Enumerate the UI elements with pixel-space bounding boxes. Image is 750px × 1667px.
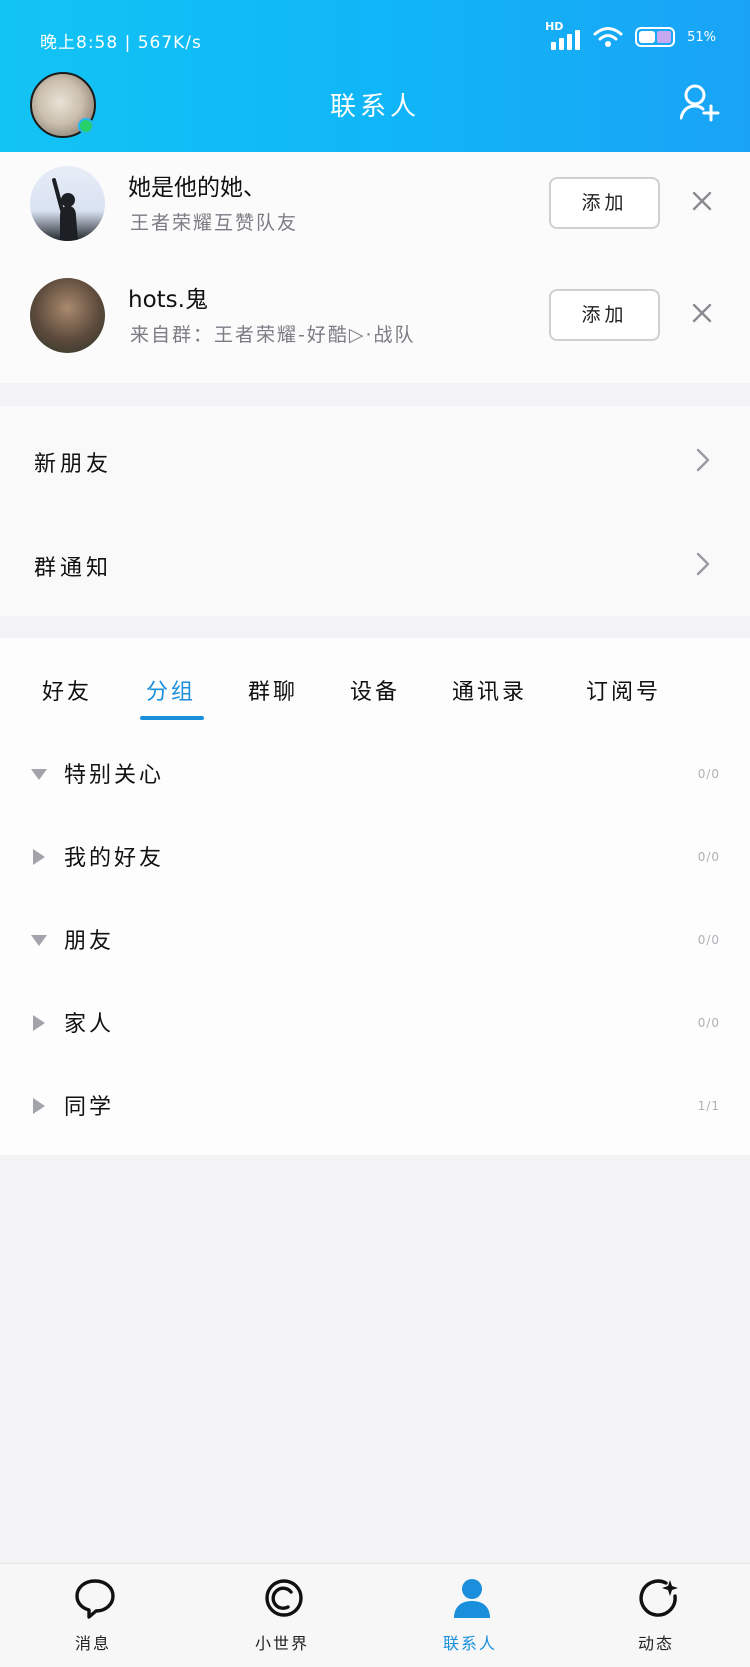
status-time-speed: 晚上8:58 | 567K/s [40, 33, 202, 53]
group-name: 家人 [64, 1012, 115, 1037]
contact-source: 来自群：王者荣耀-好酷▷·战队 [130, 324, 416, 346]
group-row[interactable]: 同学 1/1 [0, 1065, 750, 1148]
contact-name: 她是他的她、 [128, 175, 266, 201]
nav-label: 消息 [74, 1634, 111, 1653]
triangle-right-icon [33, 1015, 45, 1031]
chevron-right-icon [696, 552, 710, 576]
chevron-right-icon [696, 448, 710, 472]
add-button[interactable]: 添加 [549, 289, 660, 341]
contact-source: 王者荣耀互赞队友 [130, 212, 299, 234]
battery-icon [635, 27, 676, 47]
group-name: 特别关心 [64, 763, 165, 788]
tab-bar: 好友 分组 群聊 设备 通讯录 订阅号 [0, 638, 750, 728]
group-row[interactable]: 朋友 0/0 [0, 899, 750, 982]
wifi-icon [593, 27, 623, 47]
nav-messages[interactable]: 消息 [33, 1564, 153, 1667]
contact-avatar [30, 166, 105, 241]
group-count: 0/0 [697, 933, 720, 947]
tab-friends[interactable]: 好友 [42, 674, 92, 706]
tab-address-book[interactable]: 通讯录 [452, 674, 527, 706]
close-icon [692, 191, 712, 211]
triangle-down-icon [31, 935, 47, 946]
signal-icon: HD [545, 20, 581, 50]
nav-small-world[interactable]: 小世界 [222, 1564, 342, 1667]
add-contact-button[interactable] [679, 84, 720, 122]
group-count: 0/0 [697, 1016, 720, 1030]
contact-avatar [30, 278, 105, 353]
group-name: 我的好友 [64, 846, 165, 871]
group-count: 1/1 [697, 1099, 720, 1113]
group-count: 0/0 [697, 767, 720, 781]
chat-bubble-icon [75, 1579, 115, 1619]
recommended-contact[interactable]: hots.鬼 来自群：王者荣耀-好酷▷·战队 添加 [0, 266, 750, 378]
nav-label: 小世界 [254, 1634, 309, 1653]
tab-groups[interactable]: 分组 [146, 674, 196, 706]
group-row[interactable]: 家人 0/0 [0, 982, 750, 1065]
dismiss-button[interactable] [691, 302, 713, 324]
new-friends-label: 新朋友 [34, 452, 113, 477]
nav-contacts[interactable]: 联系人 [410, 1564, 530, 1667]
triangle-down-icon [31, 769, 47, 780]
world-ring-icon [265, 1579, 303, 1617]
nav-feeds[interactable]: 动态 [596, 1564, 716, 1667]
tab-devices[interactable]: 设备 [350, 674, 400, 706]
friends-panel: 好友 分组 群聊 设备 通讯录 订阅号 特别关心 0/0 我的好友 0/0 朋友… [0, 638, 750, 1155]
group-count: 0/0 [697, 850, 720, 864]
feed-star-icon [639, 1579, 678, 1617]
add-button[interactable]: 添加 [549, 177, 660, 229]
recommended-contacts: 她是他的她、 王者荣耀互赞队友 添加 hots.鬼 来自群：王者荣耀-好酷▷·战… [0, 152, 750, 383]
nav-label: 联系人 [442, 1634, 497, 1653]
contacts-person-icon [454, 1579, 490, 1618]
dismiss-button[interactable] [691, 190, 713, 212]
group-name: 朋友 [64, 929, 115, 954]
group-name: 同学 [64, 1095, 115, 1120]
new-friends-row[interactable]: 新朋友 [0, 406, 750, 510]
close-icon [692, 303, 712, 323]
page-title: 联系人 [329, 92, 420, 122]
status-bar: 晚上8:58 | 567K/s HD 51% [0, 0, 750, 78]
group-row[interactable]: 特别关心 0/0 [0, 733, 750, 816]
triangle-right-icon [33, 849, 45, 865]
contact-menu: 新朋友 群通知 [0, 406, 750, 616]
group-notice-row[interactable]: 群通知 [0, 510, 750, 614]
contact-name: hots.鬼 [128, 287, 208, 313]
nav-label: 动态 [637, 1634, 674, 1653]
group-row[interactable]: 我的好友 0/0 [0, 816, 750, 899]
status-right: HD 51% [545, 20, 716, 50]
tab-group-chats[interactable]: 群聊 [248, 674, 298, 706]
battery-text: 51% [687, 29, 716, 45]
header-bar: 晚上8:58 | 567K/s HD 51% 联系人 [0, 0, 750, 152]
group-notice-label: 群通知 [34, 556, 113, 581]
triangle-right-icon [33, 1098, 45, 1114]
active-tab-indicator [140, 716, 204, 720]
recommended-contact[interactable]: 她是他的她、 王者荣耀互赞队友 添加 [0, 154, 750, 266]
tab-subscriptions[interactable]: 订阅号 [586, 674, 661, 706]
bottom-navigation: 消息 小世界 联系人 动态 [0, 1563, 750, 1667]
add-contact-icon [679, 84, 720, 122]
